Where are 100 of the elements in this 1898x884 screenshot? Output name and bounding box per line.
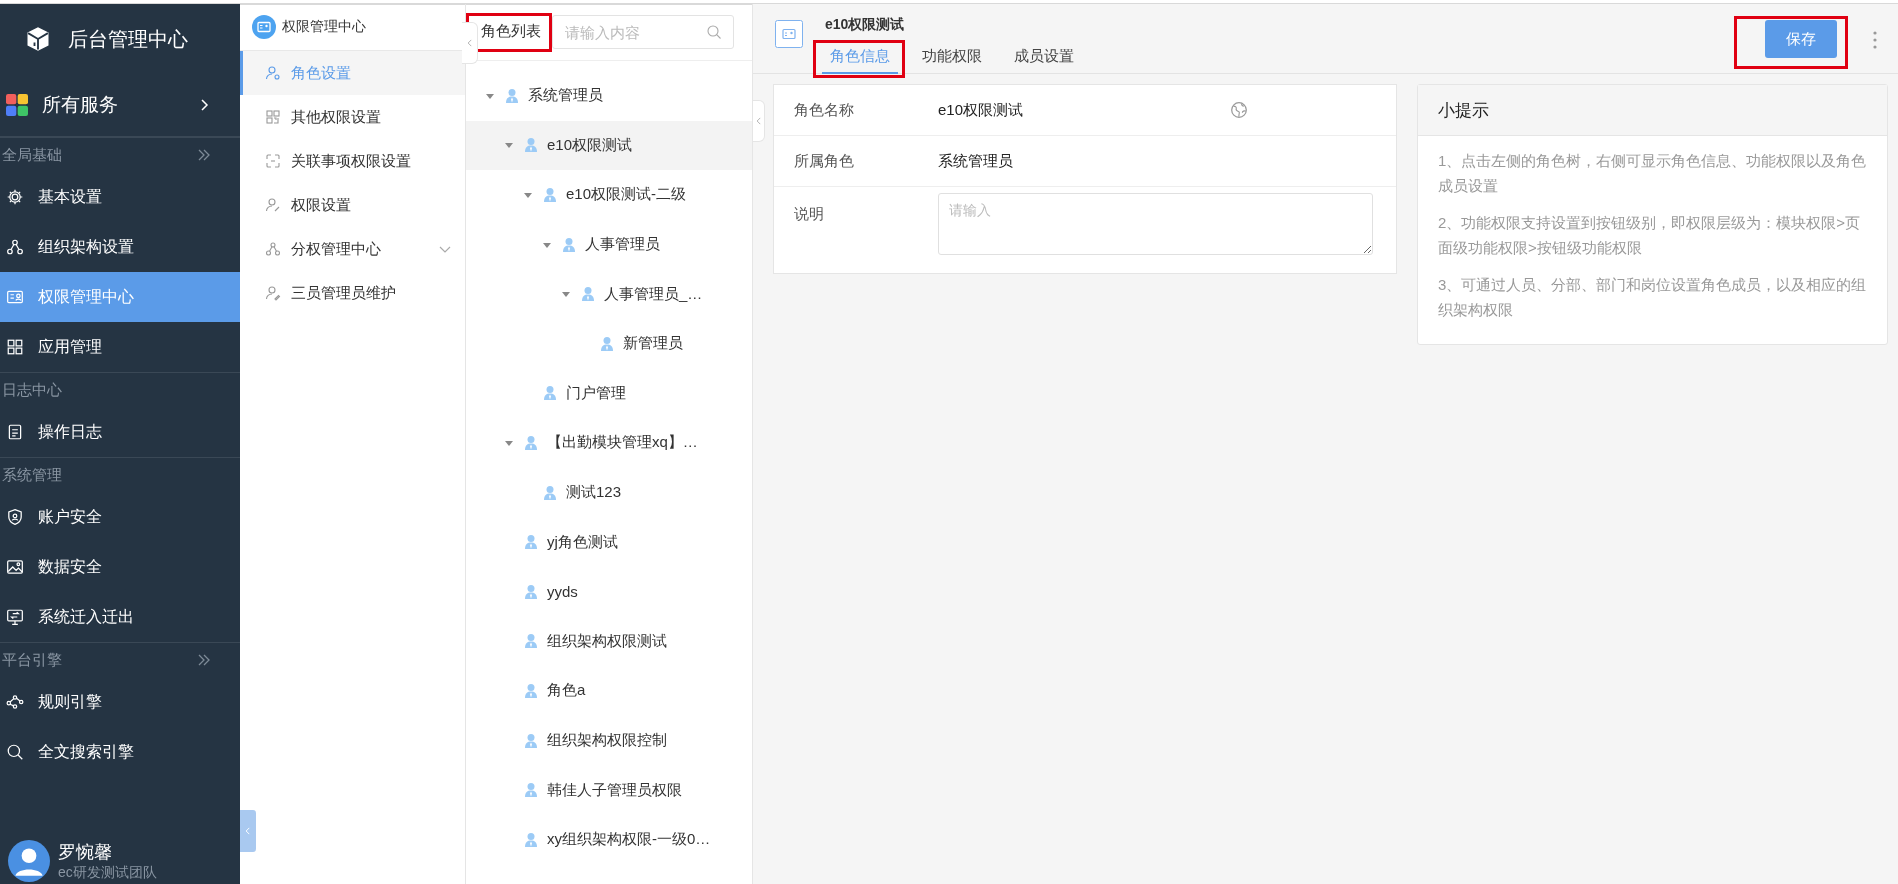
nav-item[interactable]: 操作日志 (0, 407, 240, 457)
tree-node[interactable]: yyds (466, 566, 752, 617)
user-icon (542, 187, 558, 203)
hierarchy-icon (265, 241, 281, 257)
collapse-button[interactable] (753, 100, 765, 142)
menu-item[interactable]: 关联事项权限设置 (240, 139, 465, 183)
caret-down-icon (523, 190, 533, 200)
monitor-icon (6, 608, 24, 626)
user-icon (504, 87, 520, 104)
id-card-icon (6, 288, 24, 306)
frame-icon (265, 153, 281, 169)
user-icon (523, 434, 539, 451)
user-icon (523, 633, 539, 650)
panel-title: 角色列表 (481, 21, 541, 41)
user-key-icon (265, 197, 281, 213)
collapse-button[interactable] (240, 810, 256, 852)
user-gear-icon (265, 65, 281, 81)
hierarchy-icon (6, 238, 24, 256)
tree-node[interactable]: 人事管理员 (466, 219, 752, 270)
menu-item[interactable]: 权限设置 (240, 183, 465, 227)
tip-text: 1、点击左侧的角色树，右侧可显示角色信息、功能权限以及角色成员设置 (1438, 151, 1867, 196)
nav-item[interactable]: 全文搜索引擎 (0, 727, 240, 777)
tab[interactable]: 功能权限 (914, 45, 990, 74)
tip-text: 2、功能权限支持设置到按钮级别，即权限层级为：模块权限>页面级功能权限>按钮级功能权限 (1438, 213, 1862, 258)
user-icon (542, 484, 558, 501)
field-label: 角色名称 (794, 100, 855, 120)
nav-item[interactable]: 应用管理 (0, 322, 240, 372)
search-icon (6, 743, 24, 761)
double-chevron-icon (196, 652, 212, 668)
tree-node[interactable]: 新管理员 (466, 318, 752, 369)
tree-node[interactable]: 组织架构权限测试 (466, 616, 752, 667)
avatar-icon (8, 840, 50, 882)
user-icon (580, 286, 596, 303)
tree-node[interactable]: xy组织架构权限-一级0… (466, 814, 752, 865)
submenu-title: 权限管理中心 (282, 18, 366, 36)
text-area[interactable]: 请输入 (938, 193, 1373, 255)
section-title: 全局基础 (2, 145, 63, 165)
search-field[interactable]: 请输入内容 (552, 15, 734, 49)
user-icon (523, 732, 539, 749)
menu-item[interactable]: 其他权限设置 (240, 95, 465, 139)
user-icon (523, 534, 539, 551)
menu-item[interactable]: 分权管理中心 (240, 227, 465, 271)
image-icon (6, 558, 24, 576)
user-team: ec研发测试团队 (58, 864, 157, 882)
globe-icon (1230, 101, 1248, 119)
tips-title: 小提示 (1418, 85, 1887, 136)
double-chevron-icon (196, 147, 212, 163)
grid-icon (6, 338, 24, 356)
tree-node[interactable]: 人事管理员_… (466, 269, 752, 319)
menu-item[interactable]: 三员管理员维护 (240, 271, 465, 315)
search-icon (706, 24, 722, 40)
nav-item[interactable]: 规则引擎 (0, 677, 240, 727)
field-value: 系统管理员 (938, 151, 1014, 171)
user-icon (542, 385, 558, 402)
section-title: 平台引擎 (2, 650, 63, 670)
field-label: 所属角色 (794, 151, 855, 171)
tab[interactable]: 成员设置 (1006, 45, 1082, 74)
user-icon (561, 236, 577, 253)
collapse-button[interactable] (462, 22, 478, 64)
tree-node[interactable]: 门户管理 (466, 368, 752, 419)
id-card-icon (775, 20, 803, 48)
section-title: 系统管理 (2, 465, 63, 485)
tree-node[interactable]: yj角色测试 (466, 517, 752, 567)
user-name: 罗惋馨 (58, 841, 113, 864)
user-icon (599, 335, 615, 352)
field-value: e10权限测试 (938, 100, 1025, 120)
page-title: e10权限测试 (825, 16, 906, 34)
tree-node[interactable]: 系统管理员 (466, 71, 752, 121)
tree-node[interactable]: 韩佳人子管理员权限 (466, 765, 752, 815)
user-pen-icon (265, 285, 281, 301)
all-services-item[interactable]: 所有服务 (0, 74, 240, 137)
user-icon (523, 682, 539, 699)
nav-item[interactable]: 组织架构设置 (0, 222, 240, 272)
tree-node[interactable]: e10权限测试 (466, 120, 752, 171)
tree-node[interactable]: 测试123 (466, 467, 752, 518)
user-icon (523, 583, 539, 600)
tree-node[interactable]: e10权限测试-二级 (466, 170, 752, 220)
nav-item[interactable]: 系统迁入迁出 (0, 592, 240, 642)
nav-item[interactable]: 数据安全 (0, 542, 240, 592)
tree-node[interactable]: 角色a (466, 666, 752, 716)
nodes-icon (6, 693, 24, 711)
settings-icon (6, 188, 24, 206)
tree-node[interactable]: 【出勤模块管理xq】… (466, 418, 752, 468)
id-card-icon (252, 15, 276, 39)
user-icon (523, 782, 539, 799)
tree-node[interactable]: 组织架构权限控制 (466, 715, 752, 766)
section-title: 日志中心 (2, 380, 63, 400)
document-icon (6, 423, 24, 441)
tip-text: 3、可通过人员、分部、部门和岗位设置角色成员，以及相应的组织架构权限 (1438, 275, 1867, 320)
apps-icon (6, 94, 28, 116)
squares-icon (265, 109, 281, 125)
more-icon (1872, 30, 1878, 50)
app-title: 后台管理中心 (68, 26, 188, 52)
user-icon (523, 137, 539, 154)
nav-item[interactable]: 账户安全 (0, 492, 240, 542)
field-label: 说明 (794, 205, 825, 224)
user-icon (523, 831, 539, 848)
shield-icon (6, 508, 24, 526)
chevron-left-icon (243, 825, 253, 837)
nav-item[interactable]: 基本设置 (0, 172, 240, 222)
